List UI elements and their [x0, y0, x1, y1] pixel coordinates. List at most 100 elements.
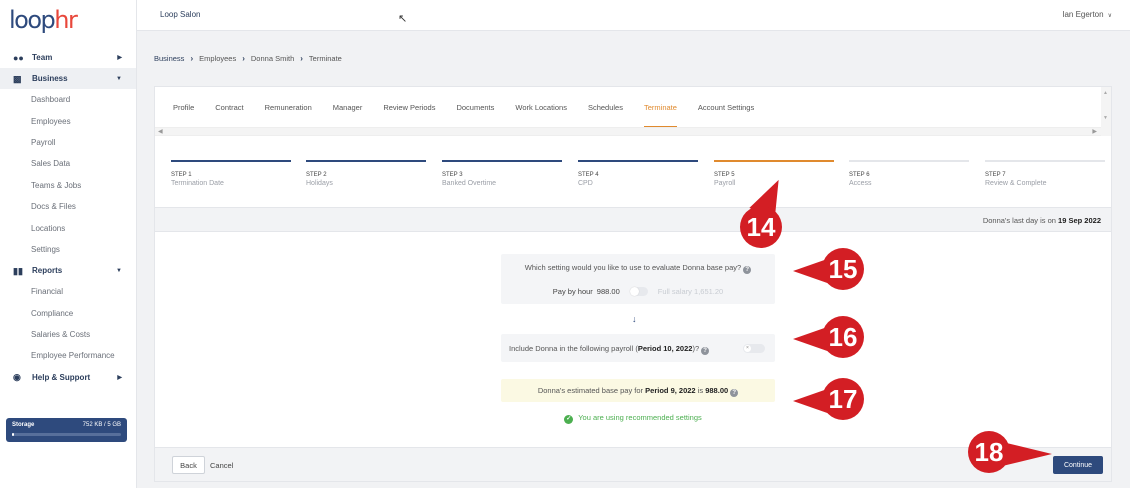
step-progress-line — [306, 160, 426, 162]
user-name: Ian Egerton — [1062, 10, 1104, 19]
breadcrumb-business[interactable]: Business — [154, 54, 184, 63]
tabs-vertical-scrollbar[interactable]: ▲ ▼ — [1101, 87, 1111, 136]
help-icon[interactable]: ? — [730, 389, 739, 397]
step-progress-line — [442, 160, 562, 162]
include-prefix: Include Donna in the following payroll ( — [509, 344, 638, 353]
help-icon[interactable]: ? — [743, 266, 752, 274]
breadcrumb-employee[interactable]: Donna Smith — [251, 54, 294, 63]
recommended-text: You are using recommended settings — [578, 413, 702, 422]
scroll-right-icon[interactable]: ▶ — [1092, 128, 1097, 135]
user-menu[interactable]: Ian Egerton ∨ — [1062, 10, 1112, 19]
tab-profile[interactable]: Profile — [173, 87, 194, 127]
team-icon: ●● — [13, 52, 24, 63]
last-day-text: Donna's last day is on 19 Sep 2022 — [983, 216, 1101, 225]
callout-18: 18 — [968, 431, 1010, 473]
org-name[interactable]: Loop Salon — [160, 10, 200, 19]
arrow-down-icon: ↓ — [632, 314, 637, 324]
globe-icon: ◉ — [13, 372, 21, 383]
chevron-down-icon: ∨ — [1107, 13, 1112, 19]
step-3[interactable]: STEP 3 Banked Overtime — [442, 160, 562, 187]
step-1[interactable]: STEP 1 Termination Date — [171, 160, 291, 187]
breadcrumb-employees[interactable]: Employees — [199, 54, 236, 63]
sidebar-item-teams-jobs[interactable]: Teams & Jobs — [0, 175, 136, 196]
chevron-down-icon: ▼ — [116, 267, 122, 274]
step-6[interactable]: STEP 6 Access — [849, 160, 969, 187]
sidebar-item-label: Business — [32, 74, 68, 83]
loophr-logo[interactable]: loophr — [9, 6, 78, 34]
sidebar-item-settings[interactable]: Settings — [0, 239, 136, 260]
step-number: STEP 1 — [171, 172, 192, 178]
sidebar-item-employee-performance[interactable]: Employee Performance — [0, 345, 136, 366]
tab-documents[interactable]: Documents — [456, 87, 494, 127]
help-icon[interactable]: ? — [701, 347, 710, 355]
sidebar-item-employees[interactable]: Employees — [0, 110, 136, 131]
tabs-horizontal-scrollbar[interactable]: ◀ ▶ — [155, 127, 1111, 136]
tab-remuneration[interactable]: Remuneration — [265, 87, 312, 127]
callout-16: 16 — [822, 316, 864, 358]
step-progress-line — [849, 160, 969, 162]
sidebar-item-business[interactable]: ▩ Business ▼ — [0, 68, 136, 89]
tab-account-settings[interactable]: Account Settings — [698, 87, 754, 127]
step-progress-line — [985, 160, 1105, 162]
include-suffix: )? — [692, 344, 700, 353]
sidebar-item-compliance[interactable]: Compliance — [0, 303, 136, 324]
step-label: Review & Complete — [985, 180, 1047, 187]
base-pay-question: Which setting would you like to use to e… — [501, 263, 775, 274]
base-pay-toggle[interactable] — [629, 287, 648, 296]
step-label: Access — [849, 180, 872, 187]
tab-review-periods[interactable]: Review Periods — [383, 87, 435, 127]
step-number: STEP 6 — [849, 172, 870, 178]
estimate-period: Period 9, 2022 — [645, 386, 696, 395]
step-2[interactable]: STEP 2 Holidays — [306, 160, 426, 187]
estimate-prefix: Donna's estimated base pay for — [537, 386, 644, 395]
sidebar-nav: ●● Team ▶ ▩ Business ▼ Dashboard Employe… — [0, 47, 136, 388]
step-label: Holidays — [306, 180, 333, 187]
sidebar-item-locations[interactable]: Locations — [0, 217, 136, 238]
sidebar-item-financial[interactable]: Financial — [0, 281, 136, 302]
step-7[interactable]: STEP 7 Review & Complete — [985, 160, 1105, 187]
sidebar-item-label: Team — [32, 53, 53, 62]
continue-button[interactable]: Continue — [1053, 456, 1103, 474]
include-payroll-toggle[interactable]: × — [743, 344, 765, 353]
scroll-left-icon[interactable]: ◀ — [158, 128, 163, 135]
tab-schedules[interactable]: Schedules — [588, 87, 623, 127]
estimated-base-pay-panel: Donna's estimated base pay for Period 9,… — [501, 379, 775, 402]
cancel-button[interactable]: Cancel — [210, 456, 233, 474]
chevron-right-icon: ▶ — [117, 374, 122, 381]
last-day-date: 19 Sep 2022 — [1058, 216, 1101, 225]
sidebar-item-label: Help & Support — [32, 372, 91, 382]
include-period: Period 10, 2022 — [637, 344, 693, 353]
tab-work-locations[interactable]: Work Locations — [515, 87, 567, 127]
sidebar-item-salaries-costs[interactable]: Salaries & Costs — [0, 324, 136, 345]
sidebar-item-payroll[interactable]: Payroll — [0, 132, 136, 153]
base-pay-setting-panel: Which setting would you like to use to e… — [501, 254, 775, 304]
sidebar-item-docs-files[interactable]: Docs & Files — [0, 196, 136, 217]
tab-terminate[interactable]: Terminate — [643, 87, 677, 127]
chevron-right-icon: › — [300, 54, 303, 63]
tab-manager[interactable]: Manager — [333, 87, 363, 127]
full-salary-label: Full salary — [657, 287, 692, 296]
sidebar-item-sales-data[interactable]: Sales Data — [0, 153, 136, 174]
scroll-down-icon[interactable]: ▼ — [1103, 115, 1108, 121]
sidebar-item-help-support[interactable]: ◉ Help & Support ▶ — [0, 367, 136, 388]
callout-14: 14 — [740, 206, 782, 248]
sidebar-item-dashboard[interactable]: Dashboard — [0, 89, 136, 110]
storage-bar-fill — [12, 433, 15, 436]
step-number: STEP 2 — [306, 172, 327, 178]
back-button[interactable]: Back — [172, 456, 205, 474]
callout-15: 15 — [822, 248, 864, 290]
base-pay-question-text: Which setting would you like to use to e… — [524, 263, 742, 272]
scroll-up-icon[interactable]: ▲ — [1103, 90, 1108, 96]
storage-widget: Storage 752 KB / 5 GB — [6, 418, 127, 442]
sidebar-item-reports[interactable]: ▮▮ Reports ▼ — [0, 260, 136, 281]
full-salary-option[interactable]: Full salary 1,651.20 — [658, 287, 723, 296]
pay-by-hour-option[interactable]: Pay by hour 988.00 — [553, 287, 620, 296]
base-pay-options: Pay by hour 988.00 Full salary 1,651.20 — [501, 287, 775, 296]
sidebar-item-team[interactable]: ●● Team ▶ — [0, 47, 136, 68]
tab-contract[interactable]: Contract — [215, 87, 243, 127]
last-day-prefix: Donna's last day is on — [982, 216, 1056, 225]
breadcrumb-current: Terminate — [308, 54, 342, 63]
include-payroll-panel: Include Donna in the following payroll (… — [501, 334, 775, 362]
estimate-amount: 988.00 — [705, 386, 729, 395]
step-4[interactable]: STEP 4 CPD — [578, 160, 698, 187]
